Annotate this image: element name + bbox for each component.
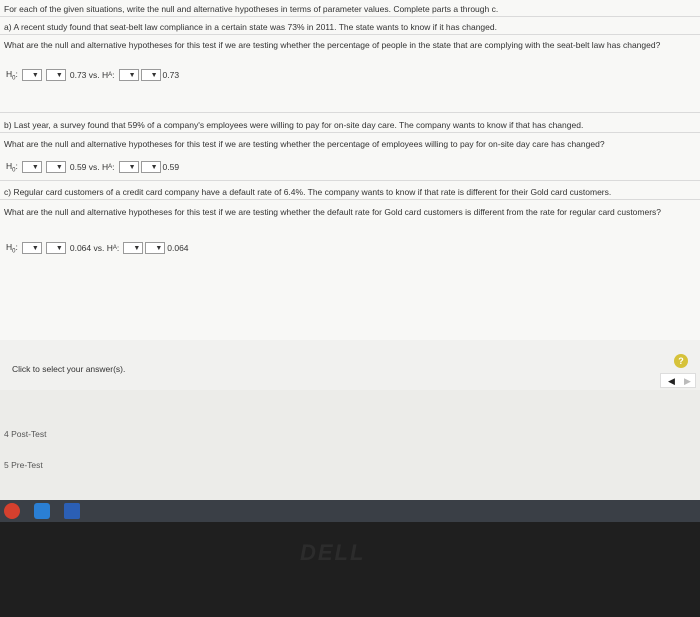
h0-label: H0: [6,241,18,255]
divider [0,34,700,35]
part-c-hypotheses: H0: ▼ ▼ 0.064 vs. H A: ▼ ▼ 0.064 [6,241,189,255]
part-c-null-symbol-select[interactable]: ▼ [21,242,42,254]
part-c-alt-param-select[interactable]: ▼ [145,242,166,254]
divider [0,16,700,17]
post-test-link[interactable]: 4 Post-Test [4,429,47,439]
windows-taskbar [0,500,700,522]
part-b-null-symbol-select[interactable]: ▼ [21,161,42,173]
h0-label: H0: [6,68,18,82]
answer-footer: Click to select your answer(s). [0,340,700,390]
previous-question-button[interactable]: ◀ [668,376,675,387]
part-a-question: What are the null and alternative hypoth… [4,40,661,50]
part-a-statement: a) A recent study found that seat-belt l… [4,22,497,32]
question-panel: For each of the given situations, write … [0,0,700,341]
help-icon[interactable]: ? [674,354,688,368]
browser-viewport: For each of the given situations, write … [0,0,700,500]
part-c-alt-symbol-select[interactable]: ▼ [123,242,144,254]
side-links-area: 4 Post-Test 5 Pre-Test [0,390,700,500]
part-b-alt-symbol-select[interactable]: ▼ [118,161,139,173]
part-c-statement: c) Regular card customers of a credit ca… [4,187,612,197]
dell-logo: DELL [300,540,366,565]
part-b-question: What are the null and alternative hypoth… [4,139,605,149]
divider [0,112,700,113]
part-a-null-symbol-select[interactable]: ▼ [21,69,42,81]
part-a-alt-param-select[interactable]: ▼ [140,69,161,81]
next-question-button[interactable]: ▶ [684,376,691,387]
instructions: For each of the given situations, write … [4,4,499,14]
monitor-bezel [0,522,700,617]
part-b-null-param-select[interactable]: ▼ [45,161,66,173]
part-c-question: What are the null and alternative hypoth… [4,207,662,217]
divider [0,199,700,200]
part-b-hypotheses: H0: ▼ ▼ 0.59 vs. H A: ▼ ▼ 0.59 [6,160,180,174]
divider [0,132,700,133]
h0-label: H0: [6,160,18,174]
part-a-hypotheses: H0: ▼ ▼ 0.73 vs. H A: ▼ ▼ 0.73 [6,68,180,82]
part-a-alt-value: 0.73 [162,70,180,80]
click-to-select-hint: Click to select your answer(s). [12,364,126,374]
chrome-icon[interactable] [4,503,20,519]
part-c-null-value: 0.064 vs. H [69,243,113,253]
part-b-alt-value: 0.59 [162,162,180,172]
divider [0,180,700,181]
part-c-null-param-select[interactable]: ▼ [45,242,66,254]
internet-explorer-icon[interactable] [34,503,50,519]
part-a-null-param-select[interactable]: ▼ [45,69,66,81]
part-b-alt-param-select[interactable]: ▼ [140,161,161,173]
word-icon[interactable] [64,503,80,519]
part-a-alt-symbol-select[interactable]: ▼ [118,69,139,81]
part-c-alt-value: 0.064 [167,243,189,253]
part-b-statement: b) Last year, a survey found that 59% of… [4,120,584,130]
part-a-null-value: 0.73 vs. H [69,70,109,80]
pre-test-link[interactable]: 5 Pre-Test [4,460,43,470]
part-b-null-value: 0.59 vs. H [69,162,109,172]
